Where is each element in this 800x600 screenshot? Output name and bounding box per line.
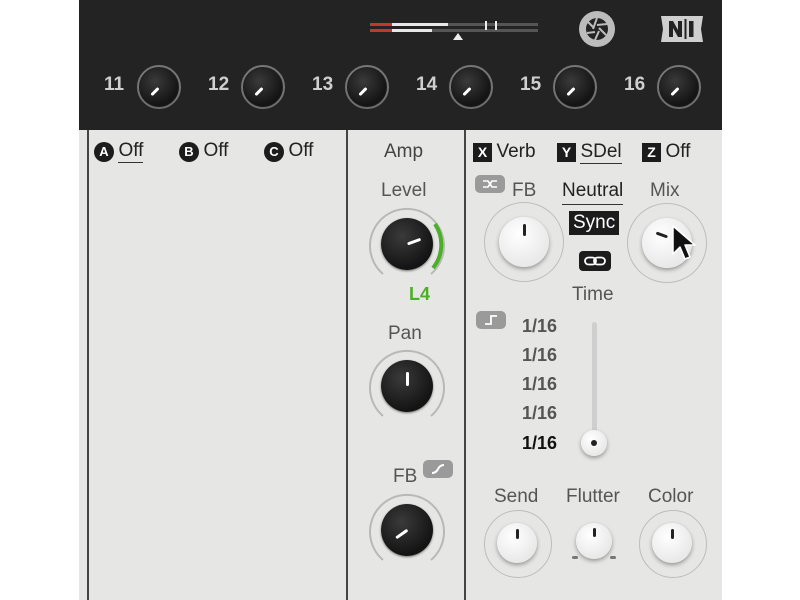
pan-knob[interactable] <box>381 360 433 412</box>
time-step[interactable]: 1/16 <box>522 345 557 366</box>
color-knob[interactable] <box>652 523 692 563</box>
link-icon[interactable] <box>579 251 611 271</box>
level-knob[interactable] <box>381 218 433 270</box>
level-label: Level <box>381 180 427 201</box>
macro-label: 16 <box>624 74 646 95</box>
delay-fb-label: FB <box>512 180 537 201</box>
level-value: L4 <box>409 284 431 304</box>
delay-mode-select[interactable]: Neutral <box>562 180 624 205</box>
macro-label: 11 <box>104 74 125 95</box>
flutter-knob[interactable] <box>576 523 612 559</box>
macro-knob[interactable] <box>660 68 698 106</box>
time-slider-handle[interactable] <box>581 430 607 456</box>
amp-fb-knob[interactable] <box>381 504 433 556</box>
slot-c-badge: C <box>264 141 284 162</box>
left-divider <box>87 130 89 600</box>
fx-assign-y[interactable]: Y SDel <box>557 141 622 164</box>
macro-knob[interactable] <box>348 68 386 106</box>
macro-label: 14 <box>416 74 438 95</box>
time-label: Time <box>572 284 614 305</box>
macro-knob[interactable] <box>452 68 490 106</box>
macro-label: 12 <box>208 74 230 95</box>
fx-slot-a[interactable]: A Off <box>94 140 144 163</box>
mix-label: Mix <box>650 180 680 201</box>
amp-title: Amp <box>384 141 424 162</box>
color-label: Color <box>648 486 694 507</box>
pan-label: Pan <box>388 323 422 344</box>
meter-pointer-icon <box>453 33 463 40</box>
assign-x-value: Verb <box>496 141 536 162</box>
fx-assign-x[interactable]: X Verb <box>473 141 536 163</box>
delay-fb-knob[interactable] <box>499 217 549 267</box>
send-label: Send <box>494 486 539 507</box>
fx-assign-z[interactable]: Z Off <box>642 141 690 163</box>
ni-logo-icon <box>657 13 707 45</box>
fb-mode-icon[interactable] <box>423 460 453 478</box>
shutter-icon[interactable] <box>579 11 615 47</box>
assign-x-badge: X <box>473 143 492 163</box>
macro-knob[interactable] <box>556 68 594 106</box>
header-bar: 11 12 13 14 15 16 <box>79 0 722 130</box>
time-step[interactable]: 1/16 <box>522 316 557 337</box>
fx-slot-b[interactable]: B Off <box>179 140 228 162</box>
macro-knob[interactable] <box>140 68 178 106</box>
fx-slot-c[interactable]: C Off <box>264 140 313 162</box>
assign-y-value: SDel <box>580 141 622 164</box>
assign-y-badge: Y <box>557 143 576 163</box>
slot-c-value: Off <box>288 140 314 161</box>
time-step-selected[interactable]: 1/16 <box>522 433 557 454</box>
slot-b-value: Off <box>203 140 229 161</box>
macro-label: 15 <box>520 74 542 95</box>
flutter-label: Flutter <box>566 486 620 507</box>
plugin-panel: 11 12 13 14 15 16 A Off B Off C Off Amp … <box>79 0 722 600</box>
assign-z-value: Off <box>665 141 691 162</box>
amp-fb-label: FB <box>393 466 418 487</box>
time-mode-icon[interactable] <box>476 311 506 329</box>
send-knob[interactable] <box>497 523 537 563</box>
slot-a-badge: A <box>94 141 114 162</box>
slot-a-value: Off <box>118 140 144 163</box>
right-divider <box>464 130 466 600</box>
time-slider-track[interactable] <box>592 322 597 434</box>
slot-b-badge: B <box>179 141 199 162</box>
mouse-cursor-icon <box>672 225 696 260</box>
time-step[interactable]: 1/16 <box>522 403 557 424</box>
assign-z-badge: Z <box>642 143 661 163</box>
center-divider <box>346 130 348 600</box>
macro-knob[interactable] <box>244 68 282 106</box>
macro-label: 13 <box>312 74 334 95</box>
time-step[interactable]: 1/16 <box>522 374 557 395</box>
fb-shape-icon[interactable] <box>475 175 505 193</box>
sync-button[interactable]: Sync <box>569 211 620 235</box>
